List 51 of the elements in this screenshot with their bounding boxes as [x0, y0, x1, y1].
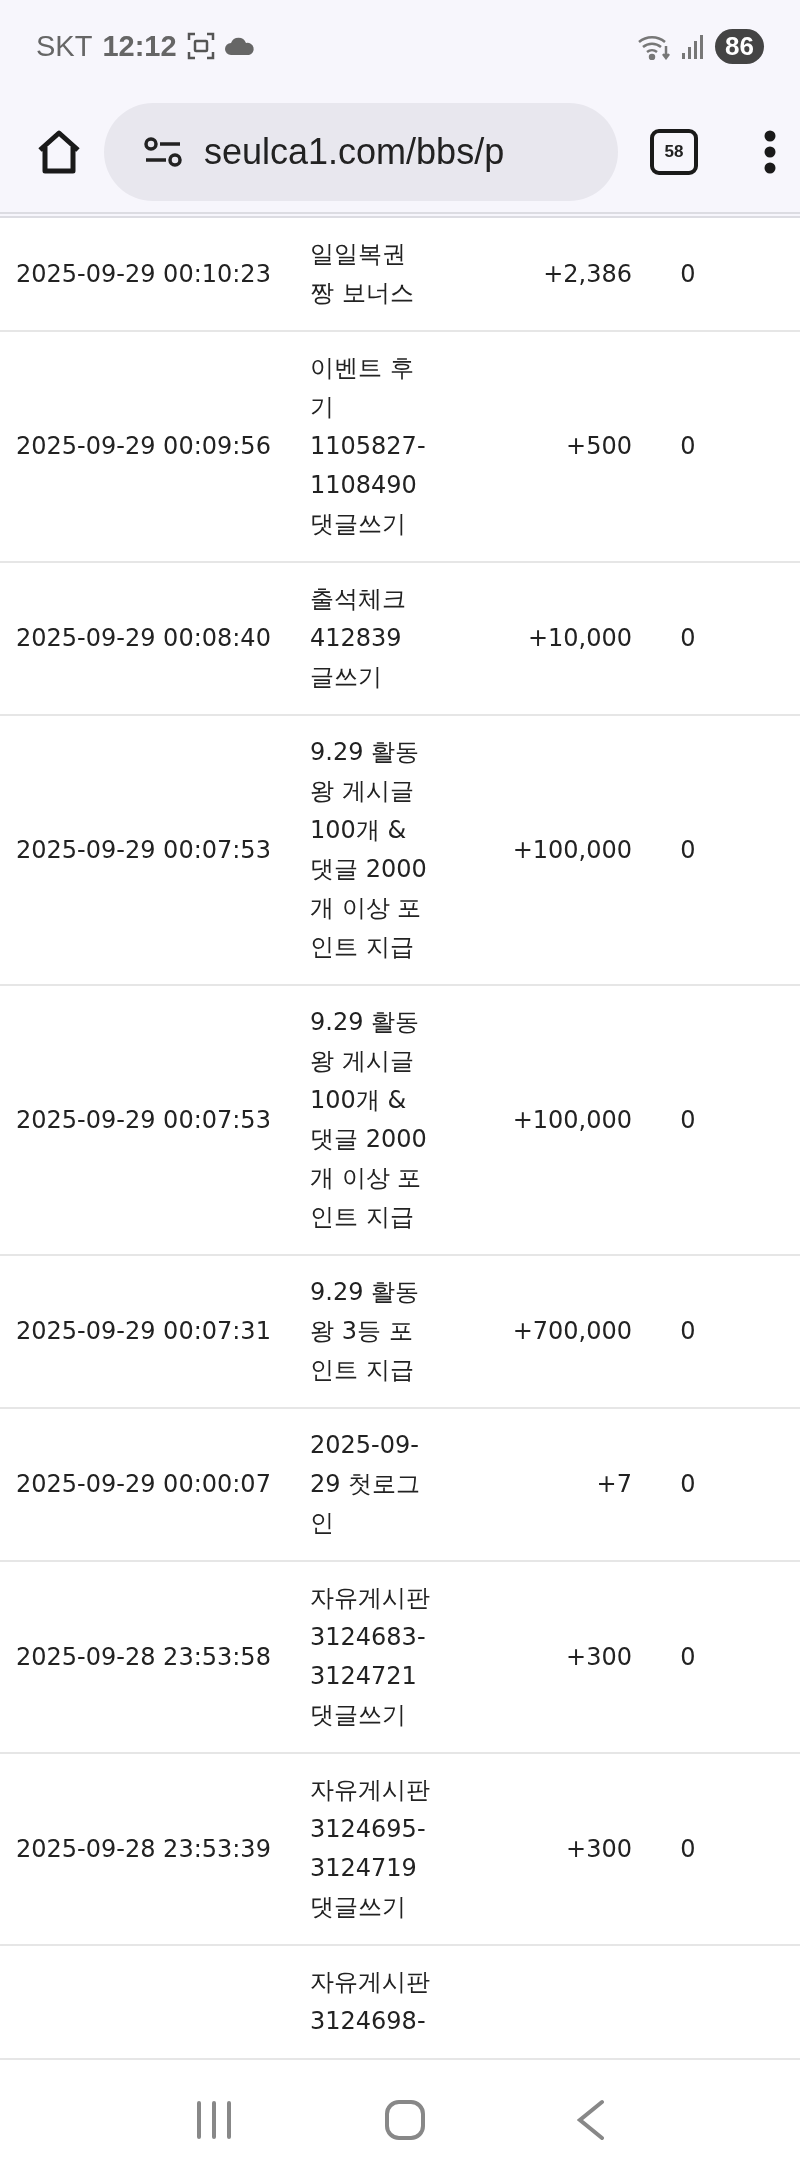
points-cell-text: +2,386: [542, 258, 632, 290]
back-icon[interactable]: [576, 2099, 605, 2141]
site-settings-icon[interactable]: [144, 137, 184, 167]
points-cell-text: +7: [595, 1469, 632, 1500]
date-time-cell-text: 2025-09-29 00:07:31: [16, 1316, 272, 1347]
date-time-cell-text: 2025-09-29 00:07:53: [16, 1104, 272, 1136]
battery-level: 86: [715, 28, 764, 64]
cloud-icon: [224, 37, 255, 55]
recent-apps-icon[interactable]: [195, 2100, 234, 2140]
points-cell-text: +300: [565, 1641, 632, 1673]
date-time-cell-text: 2025-09-29 00:07:53: [16, 834, 272, 866]
address-bar[interactable]: seulca1.com/bbs/p: [104, 103, 618, 201]
description-cell-text: 자유게시판 3124695- 3124719 댓글쓰기: [310, 1775, 431, 1923]
date-time-cell-text: 2025-09-29 00:10:23: [16, 258, 272, 290]
table-cell-text: 0: [679, 431, 697, 462]
description-cell-text: 2025-09- 29 첫로그 인: [310, 1430, 422, 1539]
table-cell-text: 0: [679, 1104, 697, 1136]
points-cell-text: +10,000: [526, 623, 632, 654]
date-time-cell-text: 2025-09-29 00:00:07: [16, 1469, 272, 1500]
screenshot-icon: [186, 32, 215, 60]
description-cell-text: 9.29 활동 왕 3등 포 인트 지급: [310, 1277, 421, 1386]
date-time-cell-text: 2025-09-29 00:08:40: [16, 623, 272, 654]
table-cell-text: 0: [679, 1833, 697, 1865]
table-cell-text: 0: [679, 1316, 697, 1347]
points-cell-text: +300: [565, 1833, 632, 1865]
clock-time: 12:12: [102, 29, 177, 63]
points-cell-text: +700,000: [511, 1316, 632, 1347]
description-cell-text: 자유게시판 3124683- 3124721 댓글쓰기: [310, 1583, 431, 1731]
description-cell-text: 9.29 활동 왕 게시글 100개 & 댓글 2000 개 이상 포 인트 지급: [310, 737, 428, 963]
points-cell-text: +100,000: [511, 1104, 632, 1136]
carrier-name: SKT: [36, 29, 93, 63]
date-time-cell-text: 2025-09-28 23:53:39: [16, 1833, 272, 1865]
description-cell-text: 일일복권 짱 보너스: [310, 239, 415, 309]
table-cell-text: 0: [679, 1469, 697, 1500]
tab-switcher-button[interactable]: 58: [650, 129, 698, 175]
home-button-icon[interactable]: [384, 2099, 426, 2141]
table-cell-text: 0: [679, 834, 697, 866]
description-cell-text: 출석체크 412839 글쓰기: [310, 584, 407, 693]
points-cell-text: +500: [565, 431, 632, 462]
date-time-cell-text: 2025-09-28 23:53:58: [16, 1641, 272, 1673]
description-cell-text: 자유게시판 3124698-: [310, 1967, 431, 2037]
date-time-cell-text: 2025-09-29 00:09:56: [16, 431, 272, 462]
description-cell-text: 이벤트 후 기 1105827- 1108490 댓글쓰기: [310, 353, 427, 540]
home-icon[interactable]: [36, 129, 82, 175]
signal-icon: [681, 33, 706, 59]
points-cell-text: +100,000: [511, 834, 632, 866]
description-cell-text: 9.29 활동 왕 게시글 100개 & 댓글 2000 개 이상 포 인트 지급: [310, 1007, 428, 1233]
more-menu-icon[interactable]: [764, 130, 776, 174]
table-cell-text: 0: [679, 623, 697, 654]
table-cell-text: 0: [679, 1641, 697, 1673]
table-cell-text: 0: [679, 258, 697, 290]
